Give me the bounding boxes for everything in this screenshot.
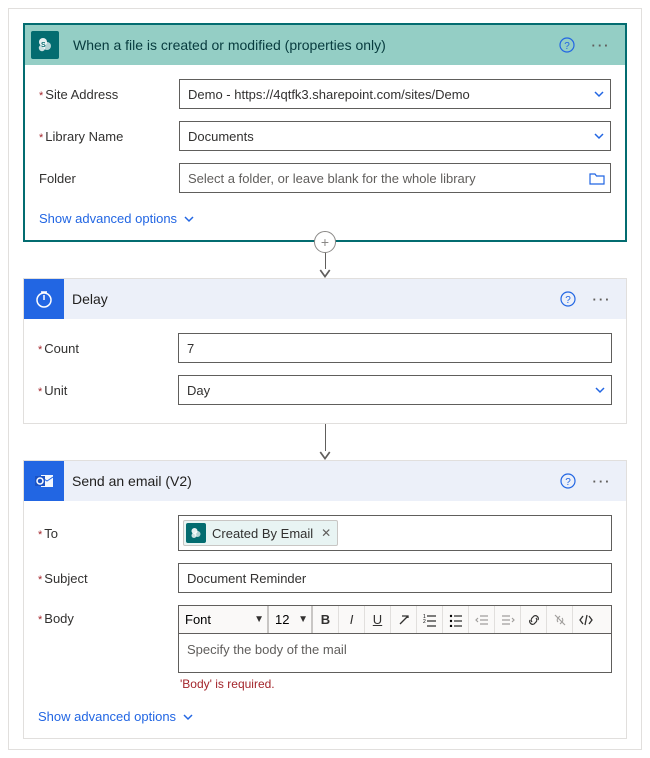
chevron-down-icon — [182, 711, 194, 723]
outlook-icon — [24, 461, 64, 501]
unordered-list-button[interactable] — [443, 606, 469, 633]
advanced-label: Show advanced options — [38, 709, 176, 724]
library-name-input[interactable] — [179, 121, 611, 151]
flow-canvas: S When a file is created or modified (pr… — [8, 8, 642, 750]
svg-text:?: ? — [564, 41, 570, 52]
to-input[interactable]: Created By Email ✕ — [178, 515, 612, 551]
sharepoint-icon: S — [31, 31, 59, 59]
trigger-body: Site Address Library Name Folder — [25, 65, 625, 240]
show-advanced-link[interactable]: Show advanced options — [39, 205, 195, 234]
email-title: Send an email (V2) — [64, 473, 552, 489]
trigger-card[interactable]: S When a file is created or modified (pr… — [23, 23, 627, 242]
to-label: To — [38, 526, 178, 541]
library-name-label: Library Name — [39, 129, 179, 144]
svg-text:?: ? — [565, 295, 571, 306]
show-advanced-link[interactable]: Show advanced options — [38, 703, 194, 732]
email-card[interactable]: Send an email (V2) ? ··· To Created By E… — [23, 460, 627, 739]
link-button[interactable] — [521, 606, 547, 633]
trigger-header[interactable]: S When a file is created or modified (pr… — [25, 25, 625, 65]
sharepoint-icon — [186, 523, 206, 543]
subject-input[interactable] — [178, 563, 612, 593]
help-button[interactable]: ? — [552, 283, 584, 315]
chevron-down-icon — [183, 213, 195, 225]
timer-icon — [24, 279, 64, 319]
bold-button[interactable]: B — [313, 606, 339, 633]
count-label: Count — [38, 341, 178, 356]
font-size-select[interactable]: 12 — [269, 606, 312, 633]
italic-button[interactable]: I — [339, 606, 365, 633]
subject-label: Subject — [38, 571, 178, 586]
more-button[interactable]: ··· — [586, 283, 618, 315]
count-input[interactable] — [178, 333, 612, 363]
site-address-label: Site Address — [39, 87, 179, 102]
add-step-button[interactable]: + — [314, 231, 336, 253]
token-label: Created By Email — [212, 526, 313, 541]
advanced-label: Show advanced options — [39, 211, 177, 226]
outdent-button[interactable] — [469, 606, 495, 633]
rte-toolbar: Font ▼ 12 ▼ B I U 12 — [178, 605, 612, 633]
ordered-list-button[interactable]: 12 — [417, 606, 443, 633]
body-label: Body — [38, 605, 178, 626]
arrow-down-icon — [319, 269, 331, 278]
delay-header[interactable]: Delay ? ··· — [24, 279, 626, 319]
clear-format-button[interactable] — [391, 606, 417, 633]
delay-title: Delay — [64, 291, 552, 307]
code-view-button[interactable] — [573, 606, 599, 633]
underline-button[interactable]: U — [365, 606, 391, 633]
body-error: 'Body' is required. — [178, 673, 612, 691]
body-editor[interactable]: Specify the body of the mail — [178, 633, 612, 673]
indent-button[interactable] — [495, 606, 521, 633]
email-header[interactable]: Send an email (V2) ? ··· — [24, 461, 626, 501]
remove-token-button[interactable]: ✕ — [319, 526, 333, 540]
dynamic-content-token[interactable]: Created By Email ✕ — [183, 520, 338, 546]
email-body: To Created By Email ✕ Subject — [24, 501, 626, 738]
help-button[interactable]: ? — [551, 29, 583, 61]
help-button[interactable]: ? — [552, 465, 584, 497]
connector — [23, 424, 627, 460]
more-button[interactable]: ··· — [585, 29, 617, 61]
arrow-down-icon — [319, 451, 331, 460]
folder-label: Folder — [39, 171, 179, 186]
trigger-title: When a file is created or modified (prop… — [65, 37, 551, 53]
more-button[interactable]: ··· — [586, 465, 618, 497]
folder-input[interactable] — [179, 163, 611, 193]
svg-text:?: ? — [565, 477, 571, 488]
site-address-input[interactable] — [179, 79, 611, 109]
svg-text:S: S — [41, 42, 46, 49]
connector: + — [23, 242, 627, 278]
unlink-button[interactable] — [547, 606, 573, 633]
svg-text:2: 2 — [423, 619, 426, 625]
delay-body: Count Unit — [24, 319, 626, 423]
font-select[interactable]: Font — [179, 606, 268, 633]
unit-label: Unit — [38, 383, 178, 398]
unit-input[interactable] — [178, 375, 612, 405]
delay-card[interactable]: Delay ? ··· Count Unit — [23, 278, 627, 424]
